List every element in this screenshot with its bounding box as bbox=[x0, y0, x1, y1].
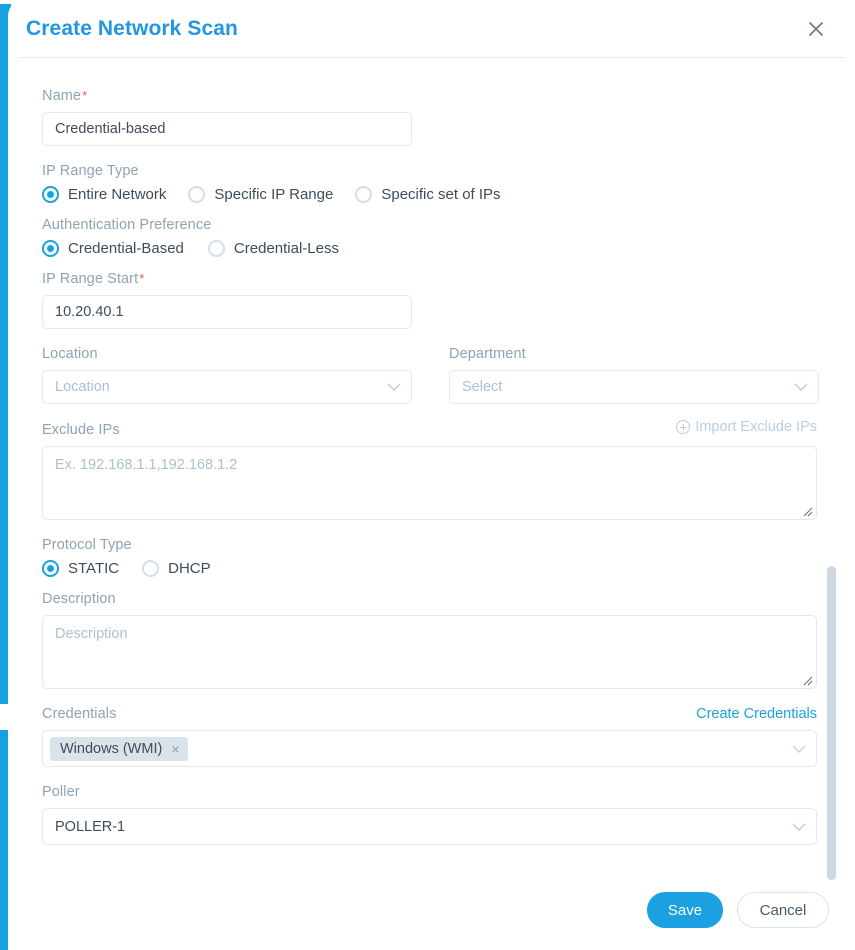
radio-indicator-dhcp bbox=[142, 560, 160, 577]
location-department-row: Location Location Department Select bbox=[42, 344, 843, 404]
name-label-text: Name bbox=[42, 88, 82, 104]
radio-label-credential-based: Credential-Based bbox=[68, 240, 184, 257]
poller-select-value: POLLER-1 bbox=[55, 818, 126, 835]
import-exclude-ips-label: Import Exclude IPs bbox=[695, 419, 817, 435]
dialog-title: Create Network Scan bbox=[26, 16, 238, 40]
radio-entire-network[interactable]: Entire Network bbox=[42, 186, 166, 203]
chevron-down-icon bbox=[387, 383, 401, 391]
save-button[interactable]: Save bbox=[647, 892, 723, 928]
description-label: Description bbox=[42, 591, 116, 607]
dialog-footer: Save Cancel bbox=[647, 892, 829, 928]
radio-label-credential-less: Credential-Less bbox=[233, 240, 339, 257]
name-required-marker: * bbox=[82, 88, 88, 103]
field-name: Name* Credential-based bbox=[42, 86, 843, 146]
dialog-header: Create Network Scan bbox=[8, 0, 855, 57]
radio-indicator-entire-network bbox=[42, 186, 59, 203]
chevron-down-icon bbox=[794, 383, 808, 391]
field-poller: Poller POLLER-1 bbox=[42, 782, 843, 845]
cancel-button[interactable]: Cancel bbox=[737, 892, 829, 928]
field-exclude-ips: Exclude IPs Import Exclude IPs Ex. 192.1… bbox=[42, 419, 843, 520]
import-exclude-ips-link[interactable]: Import Exclude IPs bbox=[676, 419, 817, 435]
field-department: Department Select bbox=[449, 344, 819, 404]
radio-indicator-static bbox=[42, 560, 59, 577]
radio-indicator-specific-set-of-ips bbox=[355, 186, 373, 203]
ip-range-start-required-marker: * bbox=[139, 271, 145, 286]
department-label: Department bbox=[449, 346, 526, 362]
radio-credential-less[interactable]: Credential-Less bbox=[207, 240, 339, 257]
ip-range-start-value: 10.20.40.1 bbox=[55, 304, 124, 320]
page-root: Create Network Scan Name* Credential-bas… bbox=[0, 0, 855, 950]
credentials-chip-label: Windows (WMI) bbox=[60, 740, 163, 757]
description-textarea[interactable]: Description bbox=[42, 615, 817, 689]
radio-static[interactable]: STATIC bbox=[42, 560, 119, 577]
authentication-preference-label: Authentication Preference bbox=[42, 217, 212, 233]
field-credentials: Credentials Create Credentials Windows (… bbox=[42, 704, 843, 767]
exclude-ips-textarea[interactable]: Ex. 192.168.1.1,192.168.1.2 bbox=[42, 446, 817, 520]
location-select-value: Location bbox=[55, 379, 110, 395]
radio-indicator-credential-less bbox=[207, 240, 225, 257]
location-select[interactable]: Location bbox=[42, 370, 412, 404]
exclude-ips-label-row: Exclude IPs Import Exclude IPs bbox=[42, 419, 817, 440]
credentials-chip[interactable]: Windows (WMI) × bbox=[50, 736, 188, 761]
exclude-ips-label: Exclude IPs bbox=[42, 422, 120, 438]
radio-label-dhcp: DHCP bbox=[168, 560, 211, 577]
field-protocol-type: Protocol Type STATIC DHCP bbox=[42, 535, 843, 577]
name-input-value: Credential-based bbox=[55, 121, 166, 137]
dialog-scrollbar-thumb[interactable] bbox=[827, 566, 836, 880]
ip-range-type-label: IP Range Type bbox=[42, 163, 139, 179]
field-location: Location Location bbox=[42, 344, 412, 404]
protocol-type-radio-group: STATIC DHCP bbox=[42, 560, 843, 577]
radio-indicator-specific-ip-range bbox=[188, 186, 206, 203]
radio-label-specific-set-of-ips: Specific set of IPs bbox=[381, 186, 501, 203]
credentials-label-row: Credentials Create Credentials bbox=[42, 704, 817, 724]
poller-select[interactable]: POLLER-1 bbox=[42, 808, 817, 845]
ip-range-type-radio-group: Entire Network Specific IP Range Specifi… bbox=[42, 186, 843, 203]
field-description: Description Description bbox=[42, 589, 843, 689]
resize-handle-icon[interactable] bbox=[801, 505, 813, 517]
poller-label: Poller bbox=[42, 784, 80, 800]
radio-credential-based[interactable]: Credential-Based bbox=[42, 240, 184, 257]
credentials-multiselect[interactable]: Windows (WMI) × bbox=[42, 730, 817, 767]
radio-specific-set-of-ips[interactable]: Specific set of IPs bbox=[355, 186, 501, 203]
department-select-value: Select bbox=[462, 379, 503, 395]
location-label: Location bbox=[42, 346, 98, 362]
radio-specific-ip-range[interactable]: Specific IP Range bbox=[188, 186, 333, 203]
name-label: Name* bbox=[42, 86, 843, 106]
create-credentials-link[interactable]: Create Credentials bbox=[696, 706, 817, 722]
radio-label-specific-ip-range: Specific IP Range bbox=[214, 186, 334, 203]
authentication-preference-radio-group: Credential-Based Credential-Less bbox=[42, 240, 843, 257]
close-icon[interactable] bbox=[803, 16, 829, 42]
name-input[interactable]: Credential-based bbox=[42, 112, 412, 146]
resize-handle-icon[interactable] bbox=[801, 674, 813, 686]
field-ip-range-start: IP Range Start* 10.20.40.1 bbox=[42, 269, 843, 329]
exclude-ips-placeholder: Ex. 192.168.1.1,192.168.1.2 bbox=[55, 457, 238, 473]
chevron-down-icon bbox=[792, 745, 806, 753]
field-ip-range-type: IP Range Type Entire Network Specific IP… bbox=[42, 161, 843, 203]
protocol-type-label: Protocol Type bbox=[42, 537, 132, 553]
dialog-body: Name* Credential-based IP Range Type Ent… bbox=[8, 58, 855, 888]
description-placeholder: Description bbox=[55, 626, 128, 642]
plus-circle-icon bbox=[676, 420, 691, 434]
radio-indicator-credential-based bbox=[42, 240, 59, 257]
chevron-down-icon bbox=[792, 823, 806, 831]
chip-remove-icon[interactable]: × bbox=[171, 742, 179, 756]
ip-range-start-input[interactable]: 10.20.40.1 bbox=[42, 295, 412, 329]
department-select[interactable]: Select bbox=[449, 370, 819, 404]
radio-label-entire-network: Entire Network bbox=[68, 186, 167, 203]
radio-label-static: STATIC bbox=[68, 560, 120, 577]
credentials-label: Credentials bbox=[42, 706, 117, 722]
radio-dhcp[interactable]: DHCP bbox=[142, 560, 211, 577]
create-network-scan-dialog: Create Network Scan Name* Credential-bas… bbox=[8, 0, 855, 950]
field-authentication-preference: Authentication Preference Credential-Bas… bbox=[42, 215, 843, 257]
ip-range-start-label: IP Range Start* bbox=[42, 269, 843, 289]
ip-range-start-label-text: IP Range Start bbox=[42, 271, 139, 287]
